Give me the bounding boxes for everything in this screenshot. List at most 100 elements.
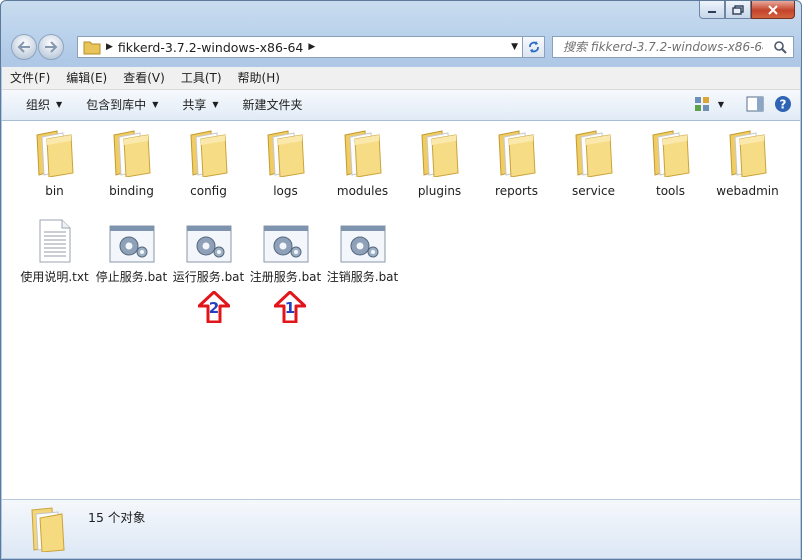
organize-label: 组织	[26, 98, 51, 112]
folder-item[interactable]: binding	[93, 127, 170, 213]
share-button[interactable]: 共享 ▼	[170, 90, 230, 120]
menu-view[interactable]: 查看(V)	[115, 67, 173, 89]
include-in-library-button[interactable]: 包含到库中 ▼	[74, 90, 170, 120]
folder-item[interactable]: webadmin	[709, 127, 786, 213]
chevron-down-icon: ▼	[717, 99, 724, 109]
details-pane: 15 个对象	[2, 499, 800, 558]
folder-icon	[574, 130, 613, 177]
folder-icon	[728, 130, 767, 177]
file-item[interactable]: 注销服务.bat	[324, 213, 401, 299]
text-file-icon	[39, 219, 70, 263]
refresh-icon	[528, 41, 539, 53]
folder-icon-wrap	[416, 129, 464, 177]
file-item[interactable]: 运行服务.bat	[170, 213, 247, 299]
view-grid-icon	[694, 97, 709, 111]
item-label: service	[572, 184, 615, 198]
folder-small-icon	[83, 41, 101, 55]
bat-icon-wrap	[185, 215, 233, 263]
menu-edit[interactable]: 编辑(E)	[58, 67, 115, 89]
txt-icon-wrap	[31, 215, 79, 263]
item-label: 使用说明.txt	[20, 270, 89, 284]
search-icon	[774, 41, 787, 54]
bat-icon-wrap	[108, 215, 156, 263]
folder-item[interactable]: service	[555, 127, 632, 213]
close-icon	[768, 4, 778, 15]
breadcrumb-current[interactable]: fikkerd-3.7.2-windows-x86-64	[118, 40, 303, 55]
refresh-button[interactable]	[523, 36, 545, 58]
search-box[interactable]	[552, 36, 794, 58]
annotation-number: 1	[284, 299, 296, 317]
file-grid: bin binding config logs modules plugins report…	[16, 127, 796, 299]
item-label: bin	[45, 184, 64, 198]
caption-buttons	[699, 1, 795, 19]
file-item[interactable]: 使用说明.txt	[16, 213, 93, 299]
folder-large-icon	[31, 507, 65, 552]
preview-pane-icon[interactable]	[746, 96, 764, 112]
item-label: 注销服务.bat	[326, 270, 399, 284]
folder-icon-wrap	[493, 129, 541, 177]
folder-item[interactable]: tools	[632, 127, 709, 213]
folder-icon-wrap	[108, 129, 156, 177]
folder-icon	[112, 130, 151, 177]
item-label: logs	[273, 184, 298, 198]
address-dropdown-icon[interactable]: ▼	[511, 42, 518, 52]
change-view-button[interactable]: ▼	[694, 96, 724, 112]
close-button[interactable]	[751, 1, 795, 19]
folder-icon	[497, 130, 536, 177]
item-label: reports	[495, 184, 538, 198]
item-label: webadmin	[716, 184, 779, 198]
annotation-arrow-1: 1	[273, 290, 307, 324]
item-label: 停止服务.bat	[95, 270, 168, 284]
back-button[interactable]	[11, 34, 37, 60]
bat-icon-wrap	[262, 215, 310, 263]
folder-icon	[35, 130, 74, 177]
breadcrumb-separator-icon[interactable]: ▶	[308, 42, 315, 52]
folder-item[interactable]: reports	[478, 127, 555, 213]
batch-file-gear-icon	[109, 225, 154, 263]
item-label: binding	[109, 184, 154, 198]
maximize-button[interactable]	[725, 1, 751, 19]
restore-icon	[732, 4, 744, 15]
command-bar: 组织 ▼ 包含到库中 ▼ 共享 ▼ 新建文件夹 ▼ ?	[2, 90, 800, 121]
folder-item[interactable]: plugins	[401, 127, 478, 213]
search-input[interactable]	[561, 39, 765, 55]
new-folder-label: 新建文件夹	[242, 98, 303, 112]
folder-item[interactable]: bin	[16, 127, 93, 213]
item-label: 注册服务.bat	[249, 270, 322, 284]
folder-item[interactable]: config	[170, 127, 247, 213]
chevron-down-icon: ▼	[56, 100, 63, 109]
explorer-window: ▶ fikkerd-3.7.2-windows-x86-64 ▶ ▼ 文件(F)…	[0, 0, 802, 560]
item-label: 运行服务.bat	[172, 270, 245, 284]
folder-icon-wrap	[339, 129, 387, 177]
address-bar[interactable]: ▶ fikkerd-3.7.2-windows-x86-64 ▶ ▼	[77, 36, 523, 58]
file-list[interactable]: bin binding config logs modules plugins report…	[2, 121, 800, 499]
file-item[interactable]: 注册服务.bat	[247, 213, 324, 299]
menu-bar: 文件(F) 编辑(E) 查看(V) 工具(T) 帮助(H)	[2, 67, 800, 90]
bat-icon-wrap	[339, 215, 387, 263]
folder-item[interactable]: logs	[247, 127, 324, 213]
chevron-down-icon: ▼	[212, 100, 219, 109]
folder-icon	[343, 130, 382, 177]
menu-tools[interactable]: 工具(T)	[173, 67, 230, 89]
forward-arrow-icon	[45, 41, 58, 53]
folder-icon-wrap	[31, 129, 79, 177]
forward-button[interactable]	[38, 34, 64, 60]
organize-button[interactable]: 组织 ▼	[2, 90, 74, 120]
batch-file-gear-icon	[186, 225, 231, 263]
new-folder-button[interactable]: 新建文件夹	[231, 90, 315, 120]
breadcrumb-separator-icon[interactable]: ▶	[106, 42, 113, 52]
item-label: config	[190, 184, 227, 198]
folder-icon-wrap	[570, 129, 618, 177]
folder-icon-wrap	[724, 129, 772, 177]
item-label: tools	[656, 184, 685, 198]
minimize-button[interactable]	[699, 1, 725, 19]
help-icon[interactable]: ?	[774, 95, 792, 113]
item-label: modules	[336, 184, 389, 198]
folder-icon-wrap	[262, 129, 310, 177]
folder-item[interactable]: modules	[324, 127, 401, 213]
navigation-bar: ▶ fikkerd-3.7.2-windows-x86-64 ▶ ▼	[9, 34, 794, 60]
menu-help[interactable]: 帮助(H)	[230, 67, 288, 89]
menu-file[interactable]: 文件(F)	[2, 67, 58, 89]
folder-icon-wrap	[185, 129, 233, 177]
file-item[interactable]: 停止服务.bat	[93, 213, 170, 299]
